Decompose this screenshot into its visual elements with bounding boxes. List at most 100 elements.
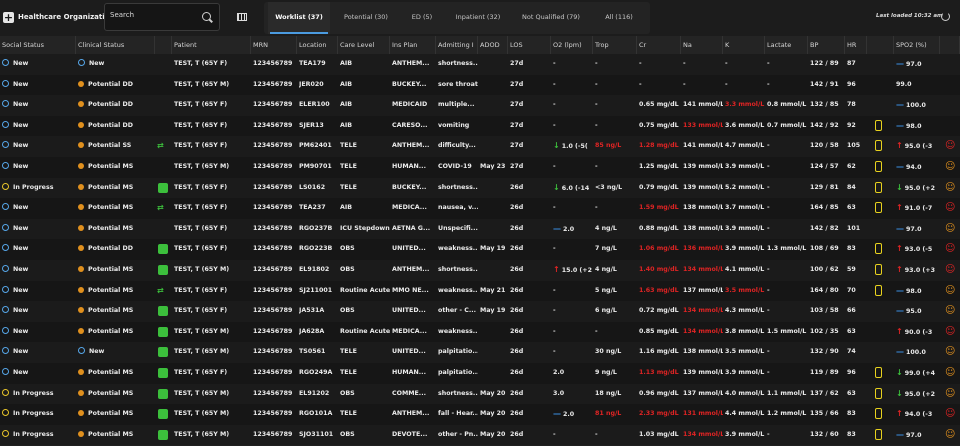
table-row[interactable]: In Progress Potential MS TEST, T (65Y F) 12…: [0, 177, 960, 200]
checked-icon[interactable]: [158, 388, 168, 399]
col-lactate-header[interactable]: Lactate: [765, 36, 808, 54]
care-level: TELE: [340, 410, 357, 418]
columns-icon[interactable]: [237, 13, 247, 21]
person-alert-icon[interactable]: ☺: [945, 326, 955, 338]
cr-value: 1.13 mg/dL: [639, 369, 679, 376]
refresh-icon[interactable]: [941, 12, 950, 21]
col-admitting-header[interactable]: Admitting I: [436, 36, 478, 54]
cr-value: -: [639, 80, 642, 88]
swap-icon[interactable]: ⇄: [157, 142, 168, 150]
col-spo2-header[interactable]: SPO2 (%): [894, 36, 940, 54]
checked-icon[interactable]: [158, 265, 168, 275]
clinical-status: Potential MS: [78, 384, 155, 404]
tab-potential[interactable]: Potential (30): [334, 2, 398, 34]
checked-icon[interactable]: [158, 306, 168, 317]
adod: [480, 136, 508, 156]
tab-ed[interactable]: ED (5): [402, 2, 442, 34]
col-bp-header[interactable]: BP: [808, 36, 845, 54]
person-alert-icon[interactable]: ☺: [945, 264, 955, 276]
table-row[interactable]: New Potential MS TEST, T (65Y F) 123456789 R…: [0, 218, 960, 241]
col-k-header[interactable]: K: [723, 36, 765, 54]
table-row[interactable]: New Potential DD TEST, T (65Y F) 123456789 R…: [0, 239, 960, 261]
tab-not-qualified[interactable]: Not Qualified (79): [514, 2, 588, 34]
add-icon[interactable]: +: [3, 12, 14, 23]
checked-icon[interactable]: [158, 429, 168, 440]
col-check-header[interactable]: [155, 36, 172, 54]
tab-all[interactable]: All (116): [592, 2, 646, 34]
person-alert-icon[interactable]: ☺: [945, 182, 955, 194]
search-input[interactable]: Search: [110, 11, 134, 19]
col-group-header[interactable]: [867, 36, 894, 54]
clock-icon: [78, 80, 84, 87]
admitting-diagnosis: shortness...: [438, 60, 478, 67]
table-row[interactable]: In Progress Potential MS TEST, T (65Y M) 12…: [0, 424, 960, 446]
person-alert-icon[interactable]: ☺: [945, 140, 955, 152]
table-row[interactable]: New New TEST, T (65Y F) 123456789 TEA179 AIB A…: [0, 54, 960, 76]
table-row[interactable]: New Potential SS ⇄ TEST, T (65Y F) 123456789…: [0, 136, 960, 158]
person-alert-icon[interactable]: ☺: [945, 202, 955, 214]
checked-icon[interactable]: [158, 182, 168, 193]
col-care-level-header[interactable]: Care Level: [338, 36, 390, 54]
person-alert-icon[interactable]: ☺: [945, 161, 955, 173]
table-row[interactable]: New Potential MS ⇄ TEST, T (65Y F) 123456789…: [0, 280, 960, 303]
lactate-value: -: [767, 369, 770, 376]
col-na-header[interactable]: Na: [681, 36, 723, 54]
col-clinical-status-header[interactable]: Clinical Status: [76, 36, 155, 54]
col-social-status-header[interactable]: Social Status: [0, 36, 76, 54]
table-row[interactable]: New Potential DD TEST, T (65Y F) 123456789 S…: [0, 115, 960, 138]
col-cr-header[interactable]: Cr: [637, 36, 681, 54]
col-location-header[interactable]: Location: [297, 36, 338, 54]
table-row[interactable]: In Progress Potential MS TEST, T (65Y M) 12…: [0, 404, 960, 426]
table-row[interactable]: New Potential MS ⇄ TEST, T (65Y F) 123456789…: [0, 198, 960, 220]
person-alert-icon[interactable]: ☺: [945, 388, 955, 400]
col-hr-header[interactable]: HR: [845, 36, 867, 54]
table-row[interactable]: New Potential DD TEST, T (65Y M) 123456789 J…: [0, 74, 960, 97]
clock-icon: [78, 183, 84, 190]
tab-bar: Worklist (37) Potential (30) ED (5) Inpa…: [264, 2, 650, 34]
col-ins-plan-header[interactable]: Ins Plan: [390, 36, 436, 54]
checked-icon[interactable]: [158, 326, 168, 337]
mrn: 123456789: [253, 389, 293, 397]
tab-worklist[interactable]: Worklist (37): [268, 2, 330, 34]
person-alert-icon[interactable]: ☺: [945, 305, 955, 317]
person-alert-icon[interactable]: ☺: [945, 243, 955, 255]
table-row[interactable]: New New TEST, T (65Y M) 123456789 TS0561 TELE…: [0, 342, 960, 364]
tab-inpatient[interactable]: Inpatient (32): [446, 2, 510, 34]
cr-value: 2.33 mg/dL: [639, 410, 679, 418]
trop-value: -: [595, 163, 598, 170]
table-row[interactable]: New Potential MS TEST, T (65Y M) 123456789 J…: [0, 321, 960, 344]
col-person-header[interactable]: [940, 36, 960, 54]
person-alert-icon[interactable]: ☺: [945, 285, 955, 297]
swap-icon[interactable]: ⇄: [157, 204, 168, 212]
checked-icon[interactable]: [158, 244, 168, 255]
col-adod-header[interactable]: ADOD: [478, 36, 508, 54]
table-row[interactable]: New Potential MS TEST, T (65Y M) 123456789 P…: [0, 157, 960, 179]
person-alert-icon[interactable]: ☺: [945, 367, 955, 379]
person-alert-icon[interactable]: ☺: [945, 223, 955, 235]
table-row[interactable]: New Potential DD TEST, T (65Y F) 123456789 E…: [0, 95, 960, 117]
table-row[interactable]: New Potential MS TEST, T (65Y F) 123456789 J…: [0, 301, 960, 323]
person-alert-icon[interactable]: ☺: [945, 346, 955, 358]
table-row[interactable]: New Potential MS TEST, T (65Y M) 123456789 E…: [0, 260, 960, 282]
social-status: In Progress: [2, 384, 76, 404]
table-row[interactable]: In Progress Potential MS TEST, T (65Y M) 12…: [0, 383, 960, 406]
person-alert-icon[interactable]: ☺: [945, 408, 955, 420]
swap-icon[interactable]: ⇄: [157, 286, 168, 295]
bp-value: 100 / 62: [810, 266, 839, 273]
checked-icon[interactable]: [158, 347, 168, 358]
checked-icon[interactable]: [158, 409, 168, 420]
search-box[interactable]: Search: [104, 3, 220, 31]
admitting-diagnosis: weakness...: [438, 245, 478, 253]
person-alert-icon[interactable]: ☺: [945, 429, 955, 441]
col-trop-header[interactable]: Trop: [593, 36, 637, 54]
col-los-header[interactable]: LOS: [508, 36, 551, 54]
col-patient-header[interactable]: Patient: [172, 36, 251, 54]
trop-value: 5 ng/L: [595, 286, 617, 294]
mrn: 123456789: [253, 286, 293, 294]
col-o2-header[interactable]: O2 (lpm): [551, 36, 593, 54]
search-icon[interactable]: [202, 12, 211, 21]
col-mrn-header[interactable]: MRN: [251, 36, 297, 54]
table-row[interactable]: New Potential MS TEST, T (65Y F) 123456789 R…: [0, 363, 960, 385]
checked-icon[interactable]: [158, 368, 168, 378]
clock-icon: [78, 307, 84, 314]
